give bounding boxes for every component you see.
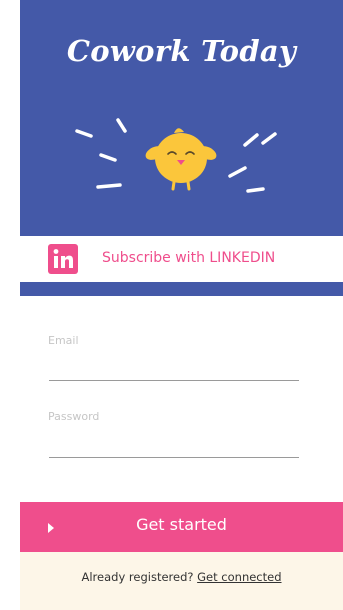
get-connected-link[interactable]: Get connected xyxy=(197,570,281,584)
password-field[interactable] xyxy=(48,428,298,454)
get-started-label: Get started xyxy=(136,515,227,534)
left-margin xyxy=(0,0,20,610)
linkedin-icon xyxy=(48,244,78,274)
email-label: Email xyxy=(48,334,79,347)
bird-mascot-icon xyxy=(75,118,277,193)
email-underline xyxy=(49,380,299,381)
signup-form: Email Password xyxy=(20,296,343,502)
already-registered-text: Already registered? xyxy=(81,570,194,584)
signup-screen: Cowork Today Subscribe with LINKEDIN Ema… xyxy=(0,0,343,610)
email-field[interactable] xyxy=(48,352,298,378)
get-started-button[interactable]: Get started xyxy=(20,502,343,552)
password-underline xyxy=(49,457,299,458)
footer-login-prompt: Already registered? Get connected xyxy=(20,570,343,584)
linkedin-subscribe-label: Subscribe with LINKEDIN xyxy=(102,250,276,266)
linkedin-subscribe-button[interactable]: Subscribe with LINKEDIN xyxy=(20,236,343,282)
password-label: Password xyxy=(48,410,100,423)
app-logo-title: Cowork Today xyxy=(66,34,297,68)
